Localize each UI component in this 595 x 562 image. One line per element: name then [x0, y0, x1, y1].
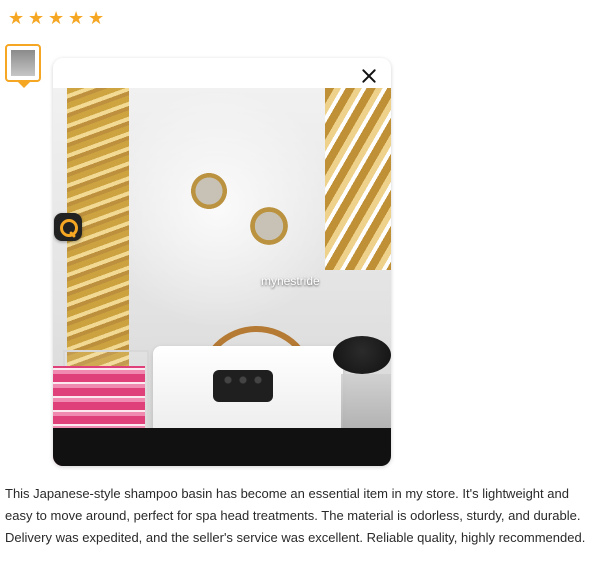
wall-decor-right — [325, 88, 391, 270]
wall-mirror-icon — [247, 204, 291, 248]
star-rating: ★ ★ ★ ★ ★ — [8, 8, 105, 28]
star-icon: ★ — [88, 8, 105, 28]
photo-watermark: mynestride — [261, 274, 320, 288]
image-viewer: mynestride — [53, 58, 391, 466]
basin-pillow — [213, 370, 273, 402]
floor — [53, 428, 391, 466]
review-image-thumbnail[interactable] — [5, 44, 41, 82]
star-icon: ★ — [8, 8, 25, 28]
review-photo: mynestride — [53, 88, 391, 466]
stool-seat — [333, 336, 391, 374]
visual-search-icon[interactable] — [54, 213, 82, 241]
review-text: This Japanese-style shampoo basin has be… — [5, 486, 586, 545]
thumbnail-image — [11, 50, 35, 76]
star-icon: ★ — [68, 8, 85, 28]
star-icon: ★ — [28, 8, 45, 28]
wall-mirror-icon — [188, 170, 230, 212]
close-icon[interactable] — [359, 66, 379, 86]
star-icon: ★ — [48, 8, 65, 28]
thumbnail-selection-caret — [18, 82, 30, 88]
